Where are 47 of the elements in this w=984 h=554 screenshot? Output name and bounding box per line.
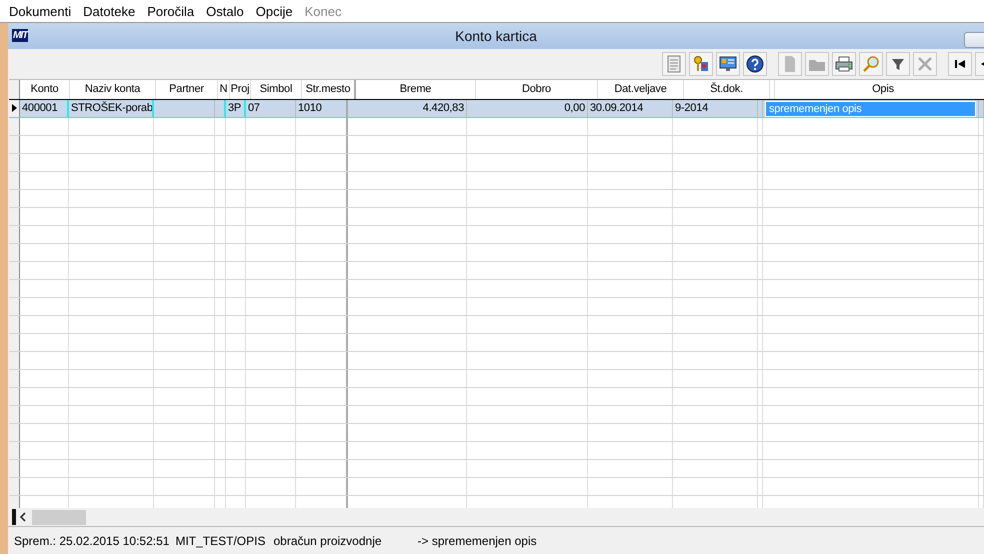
column-header[interactable]: Naziv konta bbox=[84, 82, 140, 95]
table-cell: 400001 bbox=[22, 102, 58, 114]
table-cell: 4.420,83 bbox=[422, 102, 464, 114]
column-header[interactable]: Št.dok. bbox=[710, 82, 743, 95]
first-record-icon[interactable] bbox=[948, 52, 972, 76]
column-header[interactable]: Breme bbox=[400, 82, 432, 95]
menu-item[interactable]: Dokumenti bbox=[9, 4, 72, 18]
menu-item[interactable]: Datoteke bbox=[83, 4, 136, 18]
table-cell: 0,00 bbox=[564, 102, 585, 114]
column-header[interactable]: N bbox=[220, 82, 228, 95]
column-header[interactable]: Proj bbox=[230, 82, 250, 95]
table-cell: STROŠEK-porab bbox=[71, 102, 152, 114]
keys-icon[interactable] bbox=[689, 52, 713, 76]
scrollbar-thumb[interactable] bbox=[32, 510, 86, 525]
table-row[interactable]: 400001 STROŠEK-porab 3P 07 1010 4.420,83 0,00 30.09.2014 9-2014 sprememenjen opis bbox=[9, 100, 984, 118]
scroll-left-icon[interactable] bbox=[19, 512, 27, 522]
table-cell: 1010 bbox=[298, 102, 322, 114]
menu-item[interactable]: Poročila bbox=[147, 4, 194, 18]
page-icon[interactable] bbox=[778, 52, 802, 76]
help-icon[interactable] bbox=[743, 52, 767, 76]
column-header[interactable]: Konto bbox=[30, 82, 58, 95]
printer-icon[interactable] bbox=[832, 52, 856, 76]
status-text: Sprem.: 25.02.2015 10:52:51 bbox=[14, 534, 170, 548]
table-cell: 9-2014 bbox=[675, 102, 708, 114]
column-header[interactable]: Dobro bbox=[522, 82, 551, 95]
table-cell: 30.09.2014 bbox=[590, 102, 644, 114]
column-header[interactable]: Simbol bbox=[260, 82, 292, 95]
presentation-icon[interactable] bbox=[716, 52, 740, 76]
status-text: -> sprememenjen opis bbox=[418, 534, 537, 548]
table-cell: 3P bbox=[228, 102, 242, 114]
row-header[interactable] bbox=[9, 100, 20, 117]
window-title: Konto kartica bbox=[455, 28, 537, 44]
column-header[interactable]: Partner bbox=[169, 82, 204, 95]
menu-item[interactable]: Opcije bbox=[256, 4, 293, 18]
status-text: MIT_TEST/OPIS bbox=[175, 534, 266, 548]
filter-icon[interactable] bbox=[886, 52, 910, 76]
table-cell: 07 bbox=[248, 102, 260, 114]
logo: MIT bbox=[12, 29, 28, 42]
menu-item[interactable]: Ostalo bbox=[206, 4, 244, 18]
scrollbar-edge bbox=[12, 509, 16, 526]
current-row-icon bbox=[11, 104, 17, 112]
column-header[interactable]: Dat.veljave bbox=[614, 82, 667, 95]
minimize-button[interactable] bbox=[964, 32, 984, 48]
document-icon[interactable] bbox=[662, 52, 686, 76]
status-text: obračun proizvodnje bbox=[273, 534, 382, 548]
column-header[interactable]: Str.mesto bbox=[306, 82, 350, 95]
column-header[interactable]: Opis bbox=[872, 82, 894, 95]
